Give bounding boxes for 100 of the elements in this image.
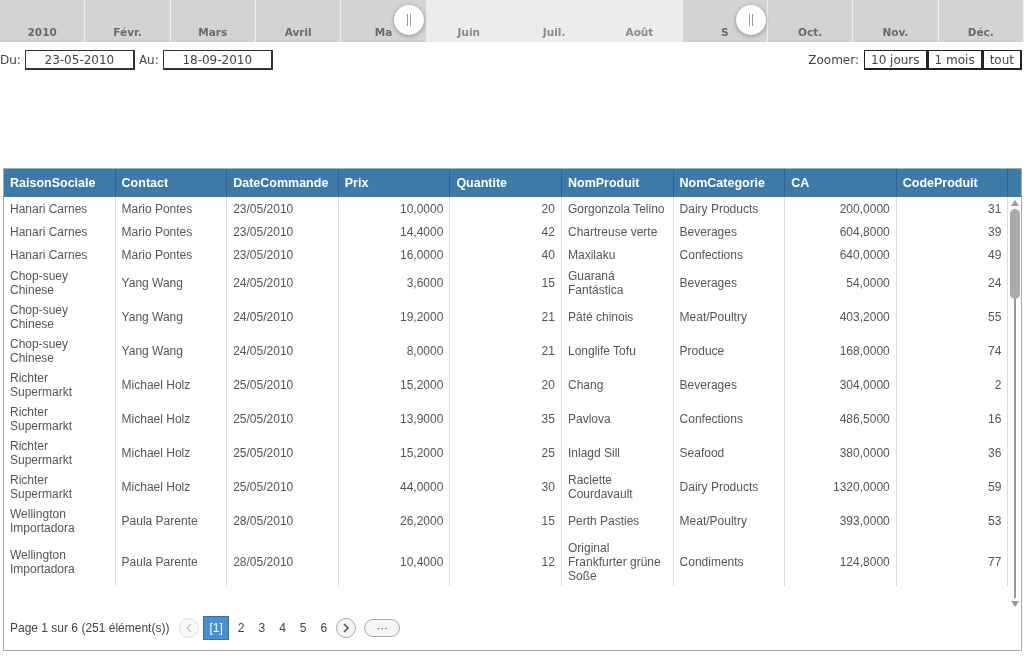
- next-page-button[interactable]: [336, 618, 357, 638]
- table-cell: Yang Wang: [115, 334, 228, 368]
- table-cell: Chop-suey Chinese: [4, 300, 116, 334]
- table-cell: 23/05/2010: [227, 220, 339, 243]
- column-header[interactable]: CodeProduit: [896, 169, 1009, 197]
- table-cell: 25/05/2010: [227, 368, 339, 402]
- page-link[interactable]: 5: [294, 617, 312, 639]
- table-cell: 15,2000: [338, 436, 451, 470]
- table-cell: 39: [896, 220, 1009, 243]
- table-cell: 380,0000: [785, 436, 897, 470]
- page-link[interactable]: 6: [315, 617, 333, 639]
- table-cell: 393,0000: [785, 504, 897, 538]
- table-cell: 21: [450, 300, 562, 334]
- to-label: Au:: [138, 53, 159, 67]
- table-cell: 28/05/2010: [227, 504, 339, 538]
- table-cell: 24/05/2010: [227, 266, 339, 300]
- table-cell: Perth Pasties: [561, 504, 674, 538]
- timeline-month[interactable]: Juil.: [511, 0, 598, 42]
- table-cell: 20: [450, 368, 562, 402]
- table-cell: 54,0000: [785, 266, 897, 300]
- table-cell: Michael Holz: [115, 470, 228, 504]
- more-pages-button[interactable]: ···: [364, 619, 401, 637]
- table-cell: 15: [450, 266, 562, 300]
- table-cell: 19,2000: [338, 300, 451, 334]
- table-cell: 15,2000: [338, 368, 451, 402]
- page-link[interactable]: 4: [274, 617, 291, 639]
- page-link[interactable]: 3: [253, 617, 271, 639]
- table-cell: Michael Holz: [115, 368, 228, 402]
- table-cell: 49: [896, 243, 1009, 266]
- table-cell: 24/05/2010: [227, 334, 339, 368]
- column-header[interactable]: Contact: [115, 169, 228, 197]
- column-header[interactable]: Quantite: [450, 169, 562, 197]
- table-cell: Original Frankfurter grüne Soße: [561, 538, 674, 586]
- chevron-right-icon: [342, 623, 351, 633]
- table-cell: Paula Parente: [115, 538, 228, 586]
- table-cell: 74: [896, 334, 1009, 368]
- table-cell: Dairy Products: [673, 197, 786, 220]
- table-cell: 25/05/2010: [227, 436, 339, 470]
- zoom-button[interactable]: 10 jours: [864, 50, 928, 70]
- timeline-month[interactable]: Août: [597, 0, 683, 42]
- page-link[interactable]: 2: [232, 617, 250, 639]
- table-cell: 40: [450, 243, 562, 266]
- table-cell: 26,2000: [338, 504, 451, 538]
- table-cell: Meat/Poultry: [673, 300, 786, 334]
- table-cell: Richter Supermarkt: [4, 402, 116, 436]
- column-header[interactable]: NomProduit: [561, 169, 674, 197]
- page-info: Page 1 sur 6 (251 élément(s)): [10, 621, 170, 635]
- table-cell: Yang Wang: [115, 300, 228, 334]
- table-cell: Chang: [561, 368, 674, 402]
- table-cell: Yang Wang: [115, 266, 228, 300]
- table-cell: 15: [450, 504, 562, 538]
- table-cell: Produce: [673, 334, 786, 368]
- table-cell: Dairy Products: [673, 470, 786, 504]
- table-cell: Condiments: [673, 538, 786, 586]
- table-cell: 30: [450, 470, 562, 504]
- table-cell: 13,9000: [338, 402, 451, 436]
- table-cell: 25/05/2010: [227, 402, 339, 436]
- table-cell: 304,0000: [785, 368, 897, 402]
- table-cell: 14,4000: [338, 220, 451, 243]
- table-cell: Beverages: [673, 368, 786, 402]
- column-header[interactable]: CA: [785, 169, 897, 197]
- table-cell: 200,0000: [785, 197, 897, 220]
- table-cell: Confections: [673, 402, 786, 436]
- table-cell: 2: [896, 368, 1009, 402]
- zoom-button[interactable]: tout: [982, 50, 1022, 70]
- scroll-thumb[interactable]: [1009, 209, 1020, 299]
- page-link[interactable]: [1]: [203, 616, 229, 640]
- table-cell: 10,0000: [338, 197, 451, 220]
- table-cell: Richter Supermarkt: [4, 470, 116, 504]
- column-header[interactable]: NomCategorie: [673, 169, 786, 197]
- to-date-field[interactable]: 18-09-2010: [162, 50, 273, 70]
- table-cell: 486,5000: [785, 402, 897, 436]
- scroll-up-icon[interactable]: [1009, 199, 1020, 207]
- table-cell: Longlife Tofu: [561, 334, 674, 368]
- table-cell: 20: [450, 197, 562, 220]
- table-cell: 12: [450, 538, 562, 586]
- table-cell: 10,4000: [338, 538, 451, 586]
- table-cell: 42: [450, 220, 562, 243]
- table-cell: 31: [896, 197, 1009, 220]
- zoom-label: Zoomer:: [808, 53, 859, 67]
- table-cell: 55: [896, 300, 1009, 334]
- zoom-button[interactable]: 1 mois: [927, 50, 983, 70]
- from-date-field[interactable]: 23-05-2010: [24, 50, 135, 70]
- table-cell: 604,8000: [785, 220, 897, 243]
- table-cell: 8,0000: [338, 334, 451, 368]
- table-cell: 53: [896, 504, 1009, 538]
- table-cell: 168,0000: [785, 334, 897, 368]
- table-cell: Confections: [673, 243, 786, 266]
- table-cell: Richter Supermarkt: [4, 368, 116, 402]
- table-cell: Chartreuse verte: [561, 220, 674, 243]
- table-cell: 24: [896, 266, 1009, 300]
- table-cell: 124,8000: [785, 538, 897, 586]
- column-header[interactable]: Prix: [338, 169, 451, 197]
- table-cell: Beverages: [673, 220, 786, 243]
- column-header[interactable]: DateCommande: [227, 169, 339, 197]
- column-header[interactable]: RaisonSociale: [4, 169, 116, 197]
- timeline-month[interactable]: Juin: [426, 0, 512, 42]
- table-cell: 403,2000: [785, 300, 897, 334]
- table-cell: 59: [896, 470, 1009, 504]
- scroll-down-icon[interactable]: [1009, 600, 1020, 608]
